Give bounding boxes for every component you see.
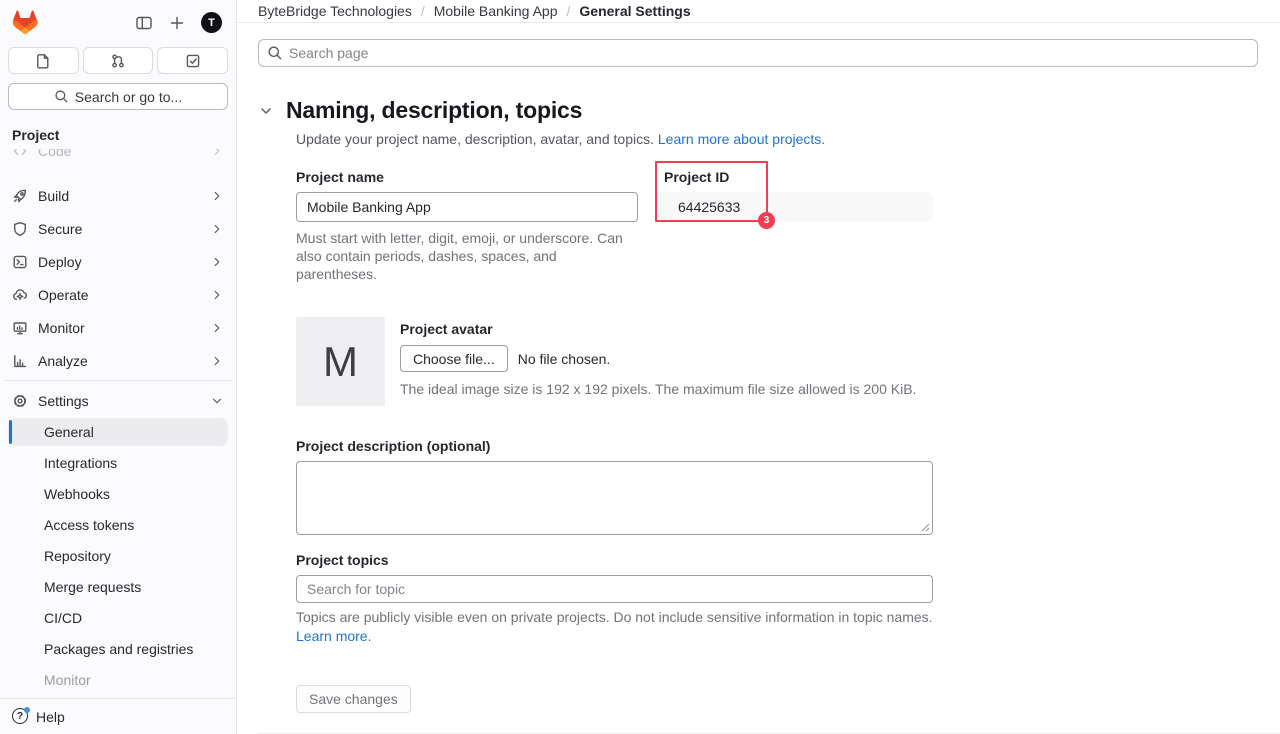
create-new-icon[interactable] xyxy=(168,14,186,32)
resize-grip-icon[interactable] xyxy=(921,523,930,532)
page-search-input[interactable] xyxy=(258,39,1258,67)
avatar-help-text: The ideal image size is 192 x 192 pixels… xyxy=(400,381,916,397)
sidebar-nav: Code Build Secure Deploy Operate Monitor xyxy=(0,149,236,698)
help-button[interactable]: Help xyxy=(0,698,236,734)
merge-requests-shortcut-button[interactable] xyxy=(83,47,154,74)
help-label: Help xyxy=(36,709,65,725)
chevron-right-icon xyxy=(210,149,224,158)
monitor-icon xyxy=(12,320,28,336)
chevron-right-icon xyxy=(210,288,224,302)
search-or-go-to[interactable]: Search or go to... xyxy=(8,83,228,110)
sidebar-header: T xyxy=(0,0,236,45)
issues-shortcut-button[interactable] xyxy=(8,47,79,74)
chevron-down-icon xyxy=(210,394,224,408)
project-description-label: Project description (optional) xyxy=(296,437,933,456)
section-collapse-chevron-icon[interactable] xyxy=(258,103,274,119)
page-search xyxy=(258,39,1258,67)
sidebar-item-deploy[interactable]: Deploy xyxy=(4,246,232,277)
sidebar-item-settings[interactable]: Settings xyxy=(4,385,232,416)
section-header: Naming, description, topics xyxy=(258,97,1258,124)
deploy-icon xyxy=(12,254,28,270)
naming-form: Project name Must start with letter, dig… xyxy=(296,168,933,713)
search-or-go-to-label: Search or go to... xyxy=(75,89,182,105)
sidebar-item-general[interactable]: General xyxy=(8,418,228,446)
chevron-right-icon xyxy=(210,189,224,203)
rocket-icon xyxy=(12,188,28,204)
topics-help-text: Topics are publicly visible even on priv… xyxy=(296,608,933,646)
page-title: Naming, description, topics xyxy=(286,97,582,124)
project-id-label: Project ID xyxy=(655,168,933,187)
sidebar-shortcuts xyxy=(0,45,236,74)
project-topics-group: Project topics Topics are publicly visib… xyxy=(296,551,933,646)
sidebar-item-repository[interactable]: Repository xyxy=(8,542,228,570)
notification-dot xyxy=(24,707,30,713)
breadcrumb-current-page: General Settings xyxy=(579,3,690,19)
project-topics-label: Project topics xyxy=(296,551,933,570)
section-subtitle: Update your project name, description, a… xyxy=(296,131,1258,147)
project-name-group: Project name Must start with letter, dig… xyxy=(296,168,638,283)
settings-content: Naming, description, topics Update your … xyxy=(237,23,1280,734)
cloud-gear-icon xyxy=(12,287,28,303)
sidebar-item-build[interactable]: Build xyxy=(4,180,232,211)
help-icon xyxy=(12,708,29,725)
save-changes-button[interactable]: Save changes xyxy=(296,685,411,713)
chevron-right-icon xyxy=(210,321,224,335)
chevron-right-icon xyxy=(210,222,224,236)
code-icon xyxy=(12,149,28,159)
user-avatar[interactable]: T xyxy=(201,12,222,33)
project-id-value: 64425633 xyxy=(655,192,933,222)
issues-icon xyxy=(35,53,51,69)
breadcrumb-group[interactable]: ByteBridge Technologies xyxy=(258,3,412,19)
sidebar-item-code-clipped[interactable]: Code xyxy=(4,149,232,164)
sidebar-item-secure[interactable]: Secure xyxy=(4,213,232,244)
chevron-right-icon xyxy=(210,354,224,368)
sidebar-item-merge-requests[interactable]: Merge requests xyxy=(8,573,228,601)
project-avatar-group: M Project avatar Choose file... No file … xyxy=(296,317,933,406)
project-name-label: Project name xyxy=(296,168,638,187)
settings-group: Settings General Integrations Webhooks A… xyxy=(4,380,232,694)
sidebar-item-monitor-settings[interactable]: Monitor xyxy=(8,666,228,694)
breadcrumb-project[interactable]: Mobile Banking App xyxy=(434,3,558,19)
chart-icon xyxy=(12,353,28,369)
topics-search-input[interactable] xyxy=(296,575,933,603)
sidebar: T Search or go to... Project Code Build xyxy=(0,0,237,734)
project-name-help: Must start with letter, digit, emoji, or… xyxy=(296,229,638,283)
search-icon xyxy=(267,45,283,61)
choose-file-button[interactable]: Choose file... xyxy=(400,345,508,372)
todo-list-shortcut-button[interactable] xyxy=(157,47,228,74)
sidebar-item-packages-registries[interactable]: Packages and registries xyxy=(8,635,228,663)
breadcrumb: ByteBridge Technologies / Mobile Banking… xyxy=(237,0,1280,23)
merge-request-icon xyxy=(110,53,126,69)
search-icon xyxy=(54,89,69,104)
topics-learn-more-link[interactable]: Learn more. xyxy=(296,628,371,644)
project-description-textarea[interactable] xyxy=(296,461,933,535)
project-description-group: Project description (optional) xyxy=(296,437,933,535)
sidebar-item-analyze[interactable]: Analyze xyxy=(4,345,232,376)
todo-check-icon xyxy=(185,53,201,69)
project-id-group: Project ID 64425633 3 xyxy=(655,168,933,283)
main-area: ByteBridge Technologies / Mobile Banking… xyxy=(237,0,1280,734)
shield-icon xyxy=(12,221,28,237)
file-chosen-status: No file chosen. xyxy=(518,351,611,367)
sidebar-item-monitor[interactable]: Monitor xyxy=(4,312,232,343)
sidebar-toggle-icon[interactable] xyxy=(135,14,153,32)
sidebar-item-access-tokens[interactable]: Access tokens xyxy=(8,511,228,539)
project-avatar-preview: M xyxy=(296,317,385,406)
chevron-right-icon xyxy=(210,255,224,269)
project-name-input[interactable] xyxy=(296,192,638,222)
sidebar-item-webhooks[interactable]: Webhooks xyxy=(8,480,228,508)
project-avatar-label: Project avatar xyxy=(400,320,916,339)
gear-icon xyxy=(12,393,28,409)
sidebar-section-title: Project xyxy=(0,110,236,149)
sidebar-item-cicd[interactable]: CI/CD xyxy=(8,604,228,632)
sidebar-item-operate[interactable]: Operate xyxy=(4,279,232,310)
sidebar-item-integrations[interactable]: Integrations xyxy=(8,449,228,477)
learn-more-projects-link[interactable]: Learn more about projects. xyxy=(658,131,825,147)
gitlab-logo-icon[interactable] xyxy=(12,10,38,35)
